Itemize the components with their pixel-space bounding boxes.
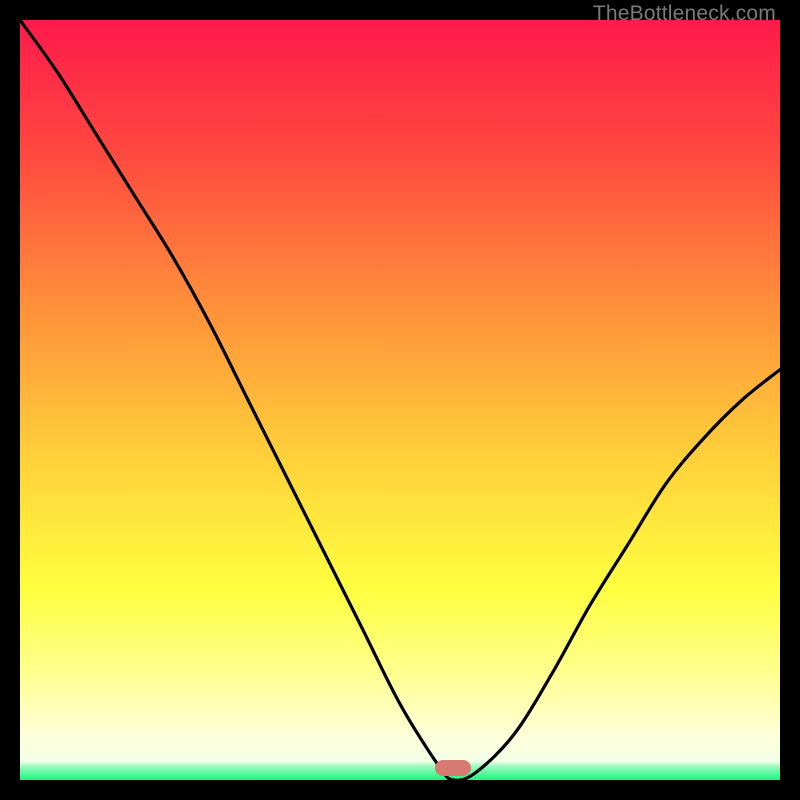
bottleneck-chart xyxy=(20,20,780,780)
chart-frame xyxy=(20,20,780,780)
optimum-marker xyxy=(435,760,471,776)
gradient-background xyxy=(20,20,780,780)
watermark-text: TheBottleneck.com xyxy=(593,2,776,26)
